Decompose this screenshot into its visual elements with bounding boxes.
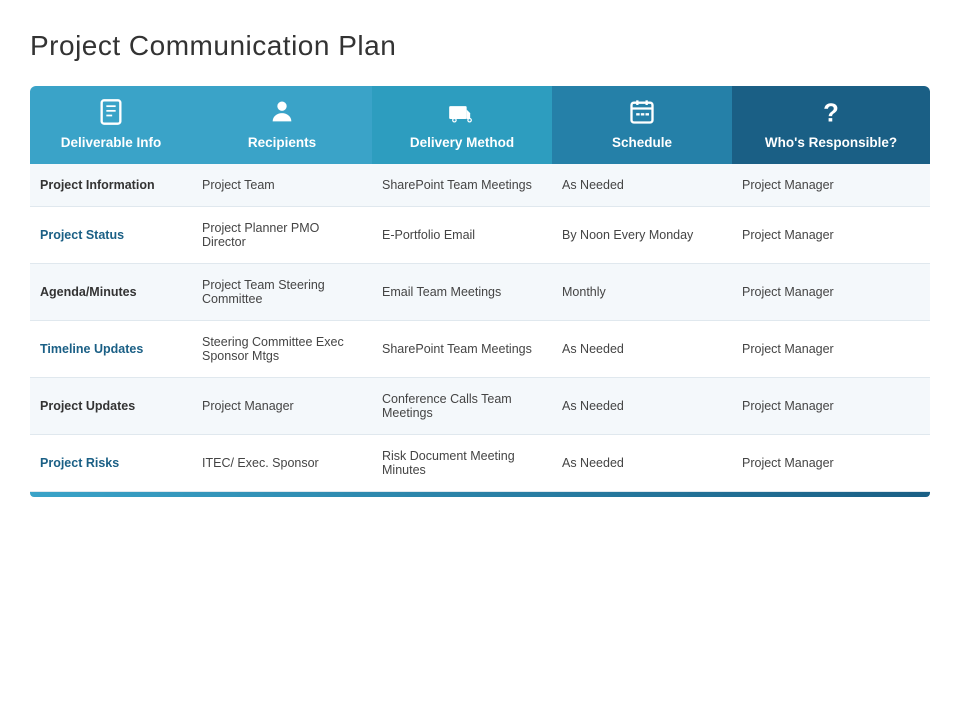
calendar-icon (626, 96, 658, 128)
cell-recipients: Project Team Steering Committee (192, 263, 372, 320)
cell-schedule: Monthly (552, 263, 732, 320)
table-row: Project UpdatesProject ManagerConference… (30, 377, 930, 434)
cell-recipients: Project Team (192, 164, 372, 207)
cell-responsible: Project Manager (732, 377, 930, 434)
cell-recipients: Project Manager (192, 377, 372, 434)
page-title: Project Communication Plan (30, 30, 930, 62)
cell-responsible: Project Manager (732, 206, 930, 263)
table-row: Project StatusProject Planner PMO Direct… (30, 206, 930, 263)
header-recipients: Recipients (192, 86, 372, 164)
cell-deliverable: Project Status (30, 206, 192, 263)
table-row: Timeline UpdatesSteering Committee Exec … (30, 320, 930, 377)
cell-delivery: E-Portfolio Email (372, 206, 552, 263)
header-schedule-label: Schedule (612, 134, 672, 152)
cell-delivery: Risk Document Meeting Minutes (372, 434, 552, 491)
table-row: Project InformationProject TeamSharePoin… (30, 164, 930, 207)
question-icon: ? (815, 96, 847, 128)
cell-delivery: Conference Calls Team Meetings (372, 377, 552, 434)
person-icon (266, 96, 298, 128)
header-delivery-label: Delivery Method (410, 134, 514, 152)
cell-deliverable: Project Risks (30, 434, 192, 491)
header-schedule: Schedule (552, 86, 732, 164)
table-row: Agenda/MinutesProject Team Steering Comm… (30, 263, 930, 320)
cell-schedule: As Needed (552, 320, 732, 377)
cell-responsible: Project Manager (732, 434, 930, 491)
cell-delivery: SharePoint Team Meetings (372, 320, 552, 377)
cell-schedule: As Needed (552, 434, 732, 491)
bottom-accent-bar (30, 492, 930, 497)
cell-schedule: By Noon Every Monday (552, 206, 732, 263)
cell-delivery: SharePoint Team Meetings (372, 164, 552, 207)
cell-recipients: Steering Committee Exec Sponsor Mtgs (192, 320, 372, 377)
cell-deliverable: Project Updates (30, 377, 192, 434)
header-recipients-label: Recipients (248, 134, 316, 152)
header-deliverable: Deliverable Info (30, 86, 192, 164)
header-delivery: Delivery Method (372, 86, 552, 164)
cell-recipients: ITEC/ Exec. Sponsor (192, 434, 372, 491)
table-header: Deliverable Info Recipients Delivery Met… (30, 86, 930, 164)
header-deliverable-label: Deliverable Info (61, 134, 162, 152)
cell-delivery: Email Team Meetings (372, 263, 552, 320)
cell-schedule: As Needed (552, 377, 732, 434)
list-icon (95, 96, 127, 128)
cell-responsible: Project Manager (732, 320, 930, 377)
cell-responsible: Project Manager (732, 263, 930, 320)
cell-schedule: As Needed (552, 164, 732, 207)
cell-deliverable: Agenda/Minutes (30, 263, 192, 320)
header-responsible-label: Who's Responsible? (765, 134, 897, 152)
cell-deliverable: Project Information (30, 164, 192, 207)
table-row: Project RisksITEC/ Exec. SponsorRisk Doc… (30, 434, 930, 491)
data-table: Project InformationProject TeamSharePoin… (30, 164, 930, 492)
truck-icon (446, 96, 478, 128)
cell-deliverable: Timeline Updates (30, 320, 192, 377)
header-responsible: ? Who's Responsible? (732, 86, 930, 164)
cell-responsible: Project Manager (732, 164, 930, 207)
svg-text:?: ? (823, 99, 839, 126)
cell-recipients: Project Planner PMO Director (192, 206, 372, 263)
